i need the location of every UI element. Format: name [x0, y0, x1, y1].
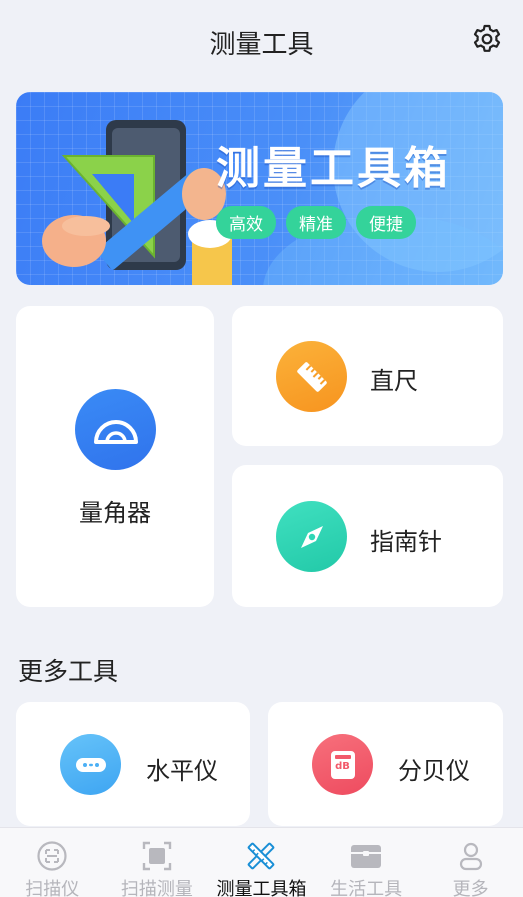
- banner-headline: 测量工具箱: [216, 143, 451, 194]
- compass-icon: [276, 501, 347, 572]
- decibel-icon-text: dB: [335, 760, 350, 772]
- crossed-rulers-icon: [248, 842, 275, 870]
- tab-life-tools[interactable]: 生活工具: [314, 828, 419, 897]
- scan-square-icon: [142, 841, 172, 871]
- tab-more[interactable]: 更多: [418, 828, 523, 897]
- protractor-label: 量角器: [79, 499, 151, 527]
- compass-card[interactable]: 指南针: [232, 465, 503, 607]
- tab-measure-toolbox[interactable]: 测量工具箱: [209, 828, 314, 897]
- person-icon: [459, 842, 482, 871]
- banner-tag: 高效: [216, 206, 276, 239]
- app-header: 测量工具: [0, 0, 523, 80]
- phone-ruler-illustration: [42, 120, 232, 285]
- protractor-card[interactable]: 量角器: [16, 306, 214, 607]
- gear-icon[interactable]: [471, 24, 503, 56]
- page-title: 测量工具: [209, 30, 314, 60]
- tab-label: 更多: [452, 879, 489, 897]
- protractor-icon: [75, 389, 156, 470]
- banner-tag: 精准: [286, 206, 346, 239]
- tab-label: 扫描测量: [120, 879, 193, 897]
- level-label: 水平仪: [146, 757, 218, 785]
- decibel-device-shape: dB: [330, 750, 355, 779]
- section-title-more-tools: 更多工具: [18, 657, 119, 686]
- ruler-label: 直尺: [370, 367, 418, 395]
- level-card[interactable]: 水平仪: [16, 702, 250, 826]
- tab-label: 生活工具: [330, 879, 403, 897]
- decibel-card[interactable]: dB 分贝仪: [268, 702, 503, 826]
- banner-tag: 便捷: [356, 206, 416, 239]
- tab-scanner[interactable]: 扫描仪: [0, 828, 105, 897]
- promo-banner[interactable]: 测量工具箱 高效 精准 便捷: [16, 92, 503, 285]
- decibel-meter-icon: dB: [312, 734, 373, 795]
- decibel-device-bar: [334, 754, 351, 759]
- toolbox-icon: [351, 845, 382, 868]
- bottom-tab-bar: 扫描仪 扫描测量 测量工具箱 生活工具 更多: [0, 827, 523, 897]
- compass-label: 指南针: [370, 528, 442, 556]
- tab-label: 扫描仪: [25, 879, 80, 897]
- scan-face-icon: [37, 841, 67, 871]
- ruler-card[interactable]: 直尺: [232, 306, 503, 446]
- banner-tags: 高效 精准 便捷: [216, 206, 416, 239]
- level-icon: [60, 734, 121, 795]
- tab-scan-measure[interactable]: 扫描测量: [105, 828, 210, 897]
- ruler-icon: [276, 341, 347, 412]
- decibel-label: 分贝仪: [398, 757, 470, 785]
- tab-label: 测量工具箱: [216, 879, 307, 897]
